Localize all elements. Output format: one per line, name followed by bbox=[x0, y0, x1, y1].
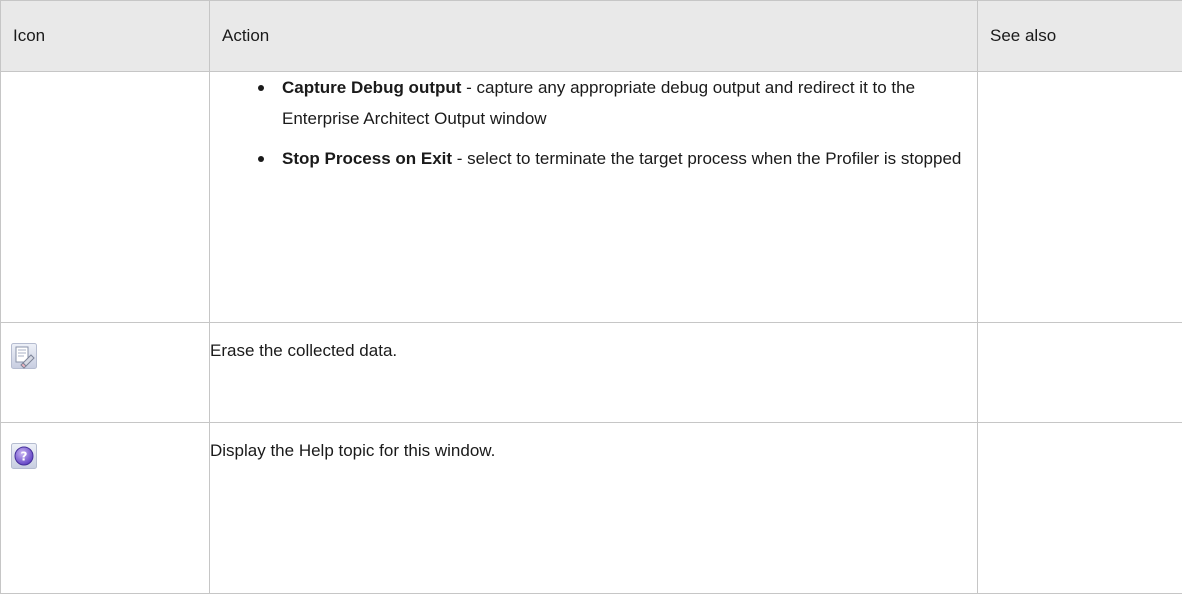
option-list: Capture Debug output - capture any appro… bbox=[210, 72, 977, 174]
see-also-cell bbox=[978, 72, 1182, 323]
table-header-row: Icon Action See also bbox=[1, 1, 1182, 72]
table-row: Capture Debug output - capture any appro… bbox=[1, 72, 1182, 323]
action-cell: Erase the collected data. bbox=[210, 323, 978, 423]
icon-cell: ? bbox=[1, 423, 210, 594]
see-also-cell bbox=[978, 323, 1182, 423]
bullet-icon bbox=[258, 85, 264, 91]
help-icon: ? bbox=[11, 443, 37, 469]
header-see-also: See also bbox=[978, 1, 1182, 72]
see-also-cell bbox=[978, 423, 1182, 594]
option-description: - select to terminate the target process… bbox=[452, 149, 961, 168]
erase-data-icon bbox=[11, 343, 37, 369]
table-row: Erase the collected data. bbox=[1, 323, 1182, 423]
icon-cell bbox=[1, 72, 210, 323]
table-row: ? Display the Help topic for this window… bbox=[1, 423, 1182, 594]
svg-text:?: ? bbox=[21, 450, 28, 464]
header-action: Action bbox=[210, 1, 978, 72]
bullet-icon bbox=[258, 156, 264, 162]
option-name: Stop Process on Exit bbox=[282, 149, 452, 168]
action-cell: Capture Debug output - capture any appro… bbox=[210, 72, 978, 323]
help-table: Icon Action See also Capture Debug outpu… bbox=[0, 0, 1182, 594]
action-cell: Display the Help topic for this window. bbox=[210, 423, 978, 594]
header-icon: Icon bbox=[1, 1, 210, 72]
list-item-capture-debug-output: Capture Debug output - capture any appro… bbox=[282, 72, 977, 134]
option-name: Capture Debug output bbox=[282, 78, 461, 97]
icon-cell bbox=[1, 323, 210, 423]
list-item-stop-process-on-exit: Stop Process on Exit - select to termina… bbox=[282, 143, 977, 174]
